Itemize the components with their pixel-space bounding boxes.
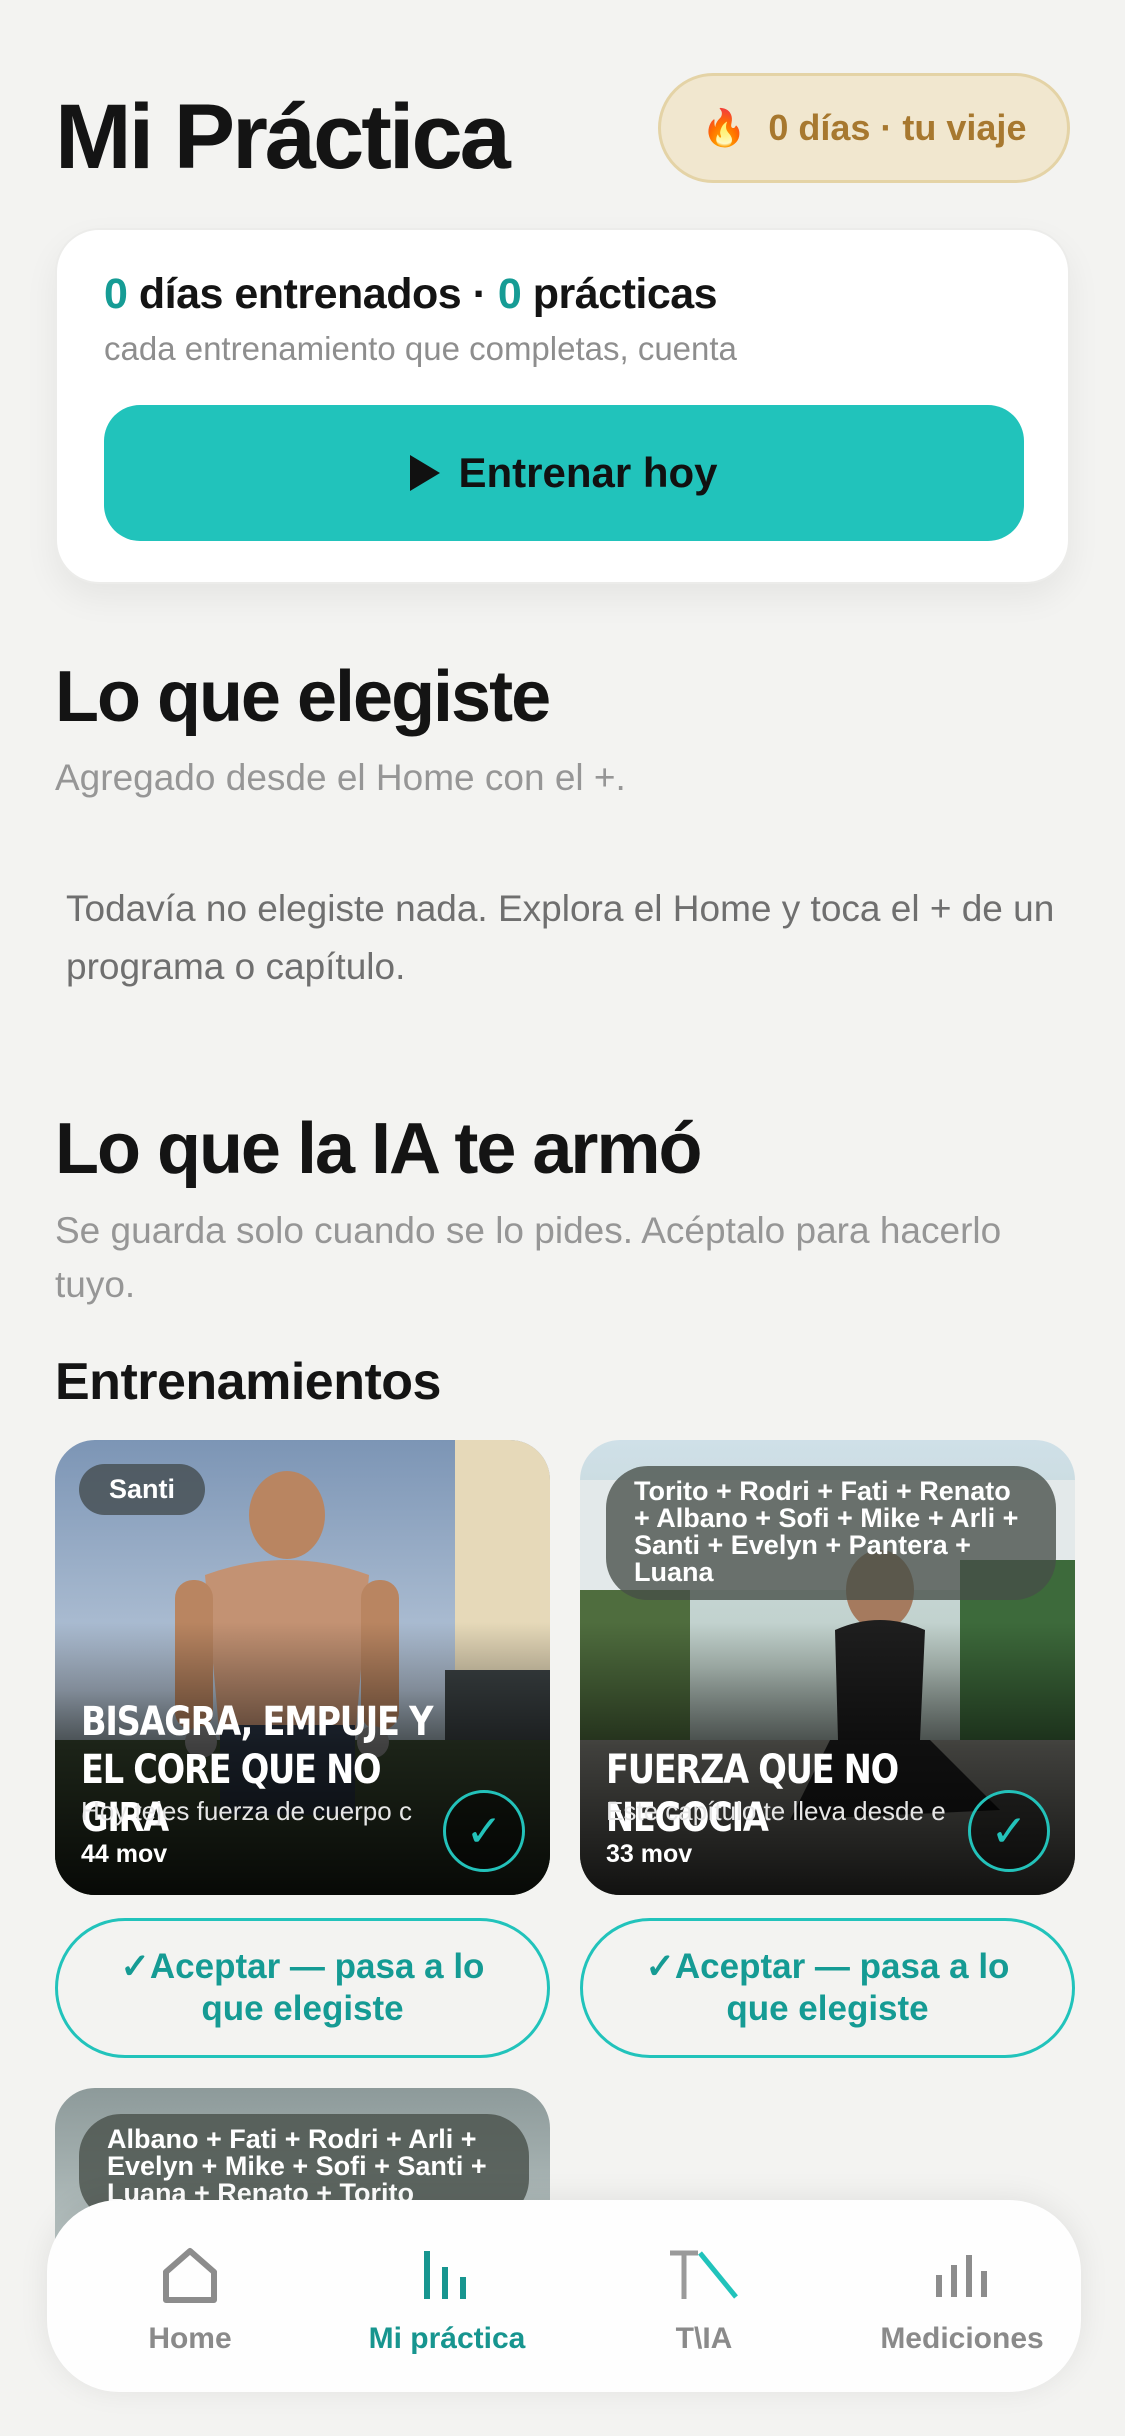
practices-count: 0 (497, 270, 522, 318)
coach-badge: Santi (79, 1464, 206, 1515)
nav-item-tia[interactable]: T\IA (579, 2200, 829, 2392)
coach-group-badge: Torito + Rodri + Fati + Renato + Albano … (606, 1466, 1056, 1600)
workout-card[interactable]: Torito + Rodri + Fati + Renato + Albano … (580, 1440, 1075, 1895)
stats-summary: 0 días entrenados · 0 prácticas (104, 270, 718, 319)
accept-workout-button[interactable]: ✓Aceptar — pasa a lo que elegiste (55, 1918, 550, 2058)
bars-icon (422, 2240, 472, 2310)
accept-workout-button[interactable]: ✓Aceptar — pasa a lo que elegiste (580, 1918, 1075, 2058)
ai-section-title: Lo que la IA te armó (55, 1109, 702, 1189)
chosen-empty-message: Todavía no elegiste nada. Explora el Hom… (66, 888, 1055, 987)
workout-move-count: 33 mov (606, 1840, 693, 1868)
nav-label: Home (148, 2322, 232, 2355)
check-icon[interactable]: ✓ (968, 1790, 1050, 1872)
bottom-nav: Home Mi práctica T\IA Mediciones (47, 2200, 1081, 2392)
workout-title: FUERZA QUE NO NEGOCIA (606, 1747, 899, 1841)
days-label: días entrenados · (138, 270, 498, 318)
streak-label: 0 días · tu viaje (768, 107, 1027, 148)
nav-item-mediciones[interactable]: Mediciones (837, 2200, 1087, 2392)
streak-badge[interactable]: 🔥 0 días · tu viaje (658, 73, 1070, 183)
chosen-section-title: Lo que elegiste (55, 657, 551, 737)
nav-label: Mediciones (880, 2322, 1044, 2355)
train-today-label: Entrenar hoy (458, 449, 718, 496)
workout-description: Hoy tejes fuerza de cuerpo c (81, 1796, 412, 1826)
chart-icon (934, 2240, 990, 2310)
nav-label: T\IA (675, 2322, 733, 2355)
train-today-button[interactable]: Entrenar hoy (104, 405, 1024, 541)
stats-card: 0 días entrenados · 0 prácticas cada ent… (55, 228, 1070, 584)
nav-item-mi-practica[interactable]: Mi práctica (322, 2200, 572, 2392)
app-screen: Mi Práctica 🔥 0 días · tu viaje 0 días e… (0, 0, 1125, 2436)
chosen-section-subtitle: Agregado desde el Home con el +. (55, 757, 626, 798)
workouts-heading: Entrenamientos (55, 1353, 441, 1411)
workout-move-count: 44 mov (81, 1840, 168, 1868)
tia-icon (668, 2240, 740, 2310)
page-title: Mi Práctica (55, 86, 511, 188)
practices-label: prácticas (532, 270, 718, 318)
fire-icon: 🔥 (701, 107, 747, 148)
play-icon (410, 455, 441, 491)
stats-subtitle: cada entrenamiento que completas, cuenta (104, 330, 737, 367)
ai-section-subtitle: Se guarda solo cuando se lo pides. Acépt… (55, 1210, 1002, 1305)
days-count: 0 (104, 270, 128, 318)
home-icon (160, 2240, 220, 2310)
workout-description: Este capítulo te lleva desde e (606, 1796, 946, 1826)
nav-label: Mi práctica (368, 2322, 526, 2355)
workout-card[interactable]: Santi BISAGRA, EMPUJE Y EL CORE QUE NO G… (55, 1440, 550, 1895)
nav-item-home[interactable]: Home (65, 2200, 315, 2392)
check-icon[interactable]: ✓ (443, 1790, 525, 1872)
